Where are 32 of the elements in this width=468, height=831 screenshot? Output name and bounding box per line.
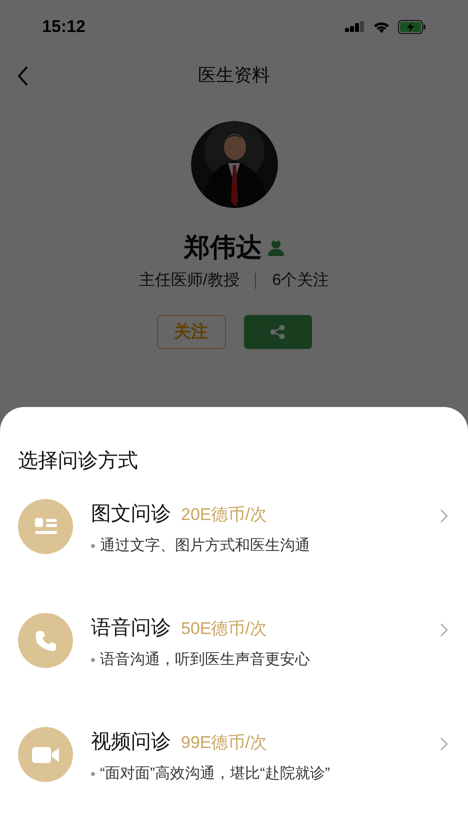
doctor-badge-icon (268, 238, 284, 256)
page-title: 医生资料 (198, 64, 270, 86)
follower-count: 6个关注 (272, 270, 330, 291)
status-time: 15:12 (42, 16, 86, 38)
option-description: 语音沟通，听到医生声音更安心 (100, 652, 310, 667)
card-list-icon (34, 516, 58, 536)
chevron-right-icon[interactable] (440, 737, 448, 751)
option-price: 20E德币/次 (181, 506, 267, 522)
phone-icon (34, 628, 58, 652)
doctor-title: 主任医师/教授 (138, 270, 240, 291)
sheet-title: 选择问诊方式 (18, 451, 139, 471)
chevron-right-icon[interactable] (440, 623, 448, 637)
doctor-name: 郑伟达 (184, 234, 262, 260)
bullet-icon (91, 772, 95, 776)
option-price: 50E德币/次 (181, 620, 267, 636)
signal-icon (345, 21, 365, 33)
option-description: 通过文字、图片方式和医生沟通 (100, 538, 310, 553)
chevron-right-icon[interactable] (440, 509, 448, 523)
option-description: “面对面”高效沟通，堪比“赴院就诊” (100, 766, 330, 781)
bullet-icon (91, 658, 95, 662)
option-name: 语音问诊 (91, 618, 171, 638)
battery-icon (398, 20, 426, 34)
share-button[interactable] (244, 315, 312, 349)
bullet-icon (91, 544, 95, 548)
wifi-icon (373, 21, 390, 33)
follow-button[interactable]: 关注 (156, 315, 226, 349)
back-icon[interactable] (17, 66, 29, 86)
share-icon (270, 325, 286, 339)
option-price: 99E德币/次 (181, 734, 267, 750)
video-camera-icon (32, 746, 60, 764)
option-name: 视频问诊 (91, 732, 171, 752)
option-name: 图文问诊 (91, 504, 171, 524)
